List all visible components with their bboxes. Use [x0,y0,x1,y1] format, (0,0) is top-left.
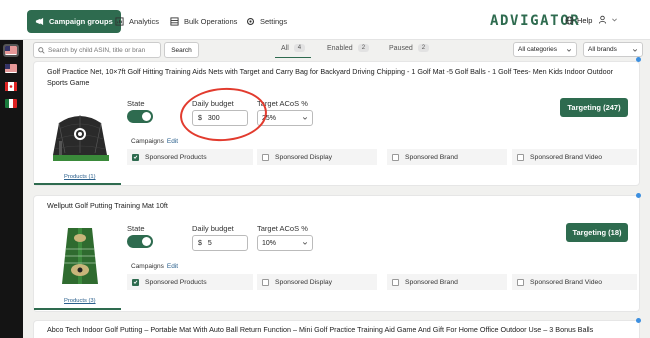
currency-symbol: $ [198,239,202,247]
campaign-type-sponsored-products[interactable]: Sponsored Products [127,274,253,290]
chevron-down-icon [632,48,638,52]
bulk-operations-icon [170,16,179,26]
daily-budget-label: Daily budget [192,224,234,233]
chevron-down-icon [302,242,308,245]
tab-bulk-operations[interactable]: Bulk Operations [170,11,237,31]
checkbox-checked-icon[interactable] [132,153,139,161]
tab-campaign-groups[interactable]: Campaign groups [27,10,121,33]
card-active-indicator [34,183,121,185]
daily-budget-input[interactable]: $ 5 [192,235,248,251]
product-title: Golf Practice Net, 10×7ft Golf Hitting T… [47,67,613,87]
analytics-icon [115,16,124,26]
targeting-button[interactable]: Targeting (247) [560,98,628,117]
checkbox-icon[interactable] [392,153,399,161]
campaign-type-sponsored-products[interactable]: Sponsored Products [127,149,253,165]
state-toggle[interactable] [127,110,153,123]
campaign-type-sponsored-display[interactable]: Sponsored Display [257,274,377,290]
campaign-type-sponsored-brand-video[interactable]: Sponsored Brand Video [512,274,637,290]
filter-tab-enabled[interactable]: Enabled 2 [327,44,370,52]
products-link[interactable]: Products (3) [64,298,96,304]
us-flag-icon-secondary[interactable] [5,64,17,73]
user-icon [598,15,607,24]
mexico-flag-icon[interactable] [5,99,17,108]
product-title: Wellputt Golf Putting Training Mat 10ft [47,201,168,210]
chevron-down-icon [566,48,572,52]
targeting-button[interactable]: Targeting (18) [566,223,628,242]
campaign-group-card: Wellputt Golf Putting Training Mat 10ft … [34,196,639,311]
top-navigation: Campaign groups Analytics Bulk Operation… [0,0,650,40]
filter-tab-all[interactable]: All 4 [274,44,312,58]
checkbox-icon[interactable] [517,153,524,161]
search-box [33,42,161,58]
categories-dropdown[interactable]: All categories [513,42,577,57]
campaign-type-sponsored-brand[interactable]: Sponsored Brand [387,149,507,165]
search-icon [38,46,45,54]
target-acos-select[interactable]: 10% [257,235,313,251]
checkbox-icon[interactable] [517,278,524,286]
campaigns-label: Campaigns Edit [131,263,179,270]
filter-tab-paused[interactable]: Paused 2 [389,44,430,52]
checkbox-icon[interactable] [262,153,269,161]
globe-icon [565,16,574,25]
user-menu[interactable] [598,15,618,24]
card-active-indicator [34,308,121,310]
status-dot [636,193,641,198]
campaign-type-sponsored-display[interactable]: Sponsored Display [257,149,377,165]
edit-campaigns-link[interactable]: Edit [167,138,178,145]
checkbox-checked-icon[interactable] [132,278,139,286]
campaign-type-sponsored-brand[interactable]: Sponsored Brand [387,274,507,290]
filter-bar: Search All4 Enabled2 Paused2 All categor… [23,40,650,61]
edit-campaigns-link[interactable]: Edit [167,263,178,270]
checkbox-icon[interactable] [392,278,399,286]
help-link[interactable]: Help [565,16,592,25]
products-link[interactable]: Products (1) [64,174,96,180]
state-label: State [127,99,145,108]
status-dot [636,57,641,62]
campaigns-label: Campaigns Edit [131,138,179,145]
product-title: Abco Tech Indoor Golf Putting – Portable… [47,325,594,334]
product-thumbnail[interactable] [45,107,115,171]
chevron-down-icon [612,18,617,22]
search-button[interactable]: Search [164,42,199,58]
campaign-group-card: Golf Practice Net, 10×7ft Golf Hitting T… [34,62,639,185]
tab-settings[interactable]: Settings [246,11,287,31]
search-input[interactable] [48,46,158,54]
settings-icon [246,17,255,25]
checkbox-icon[interactable] [262,278,269,286]
target-acos-label: Target ACoS % [257,224,308,233]
campaign-group-card: Abco Tech Indoor Golf Putting – Portable… [34,321,639,338]
state-label: State [127,224,145,233]
brands-dropdown[interactable]: All brands [583,42,643,57]
campaign-groups-icon [35,17,44,26]
status-dot [636,318,641,323]
marketplace-sidebar [0,40,23,338]
canada-flag-icon[interactable] [5,82,17,91]
daily-budget-value: 5 [207,239,212,247]
chevron-down-icon [302,117,308,120]
product-thumbnail[interactable] [54,224,106,288]
state-toggle[interactable] [127,235,153,248]
tab-analytics[interactable]: Analytics [115,11,159,31]
us-flag-icon[interactable] [3,44,19,57]
campaign-type-sponsored-brand-video[interactable]: Sponsored Brand Video [512,149,637,165]
